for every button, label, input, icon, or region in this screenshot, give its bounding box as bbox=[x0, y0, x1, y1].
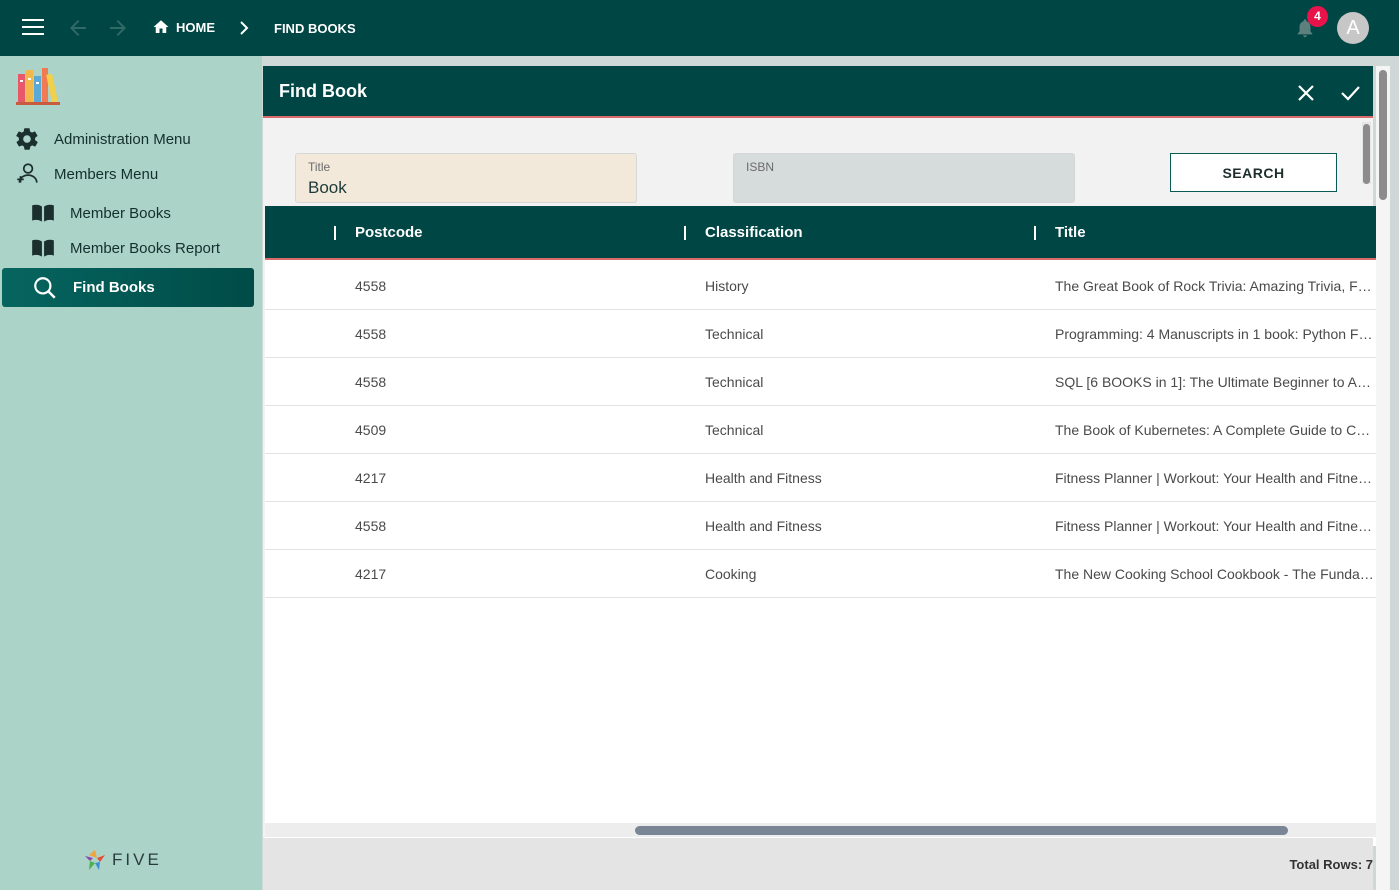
column-resize-handle[interactable] bbox=[334, 226, 336, 240]
forward-arrow-icon[interactable] bbox=[106, 16, 130, 40]
search-button[interactable]: SEARCH bbox=[1170, 153, 1337, 192]
table-row[interactable]: 4217 Cooking The New Cooking School Cook… bbox=[265, 550, 1388, 598]
sidebar-item-label: Members Menu bbox=[54, 165, 159, 183]
title-field-label: Title bbox=[308, 160, 331, 174]
cell-classification: Cooking bbox=[705, 566, 757, 582]
column-resize-handle[interactable] bbox=[1034, 226, 1036, 240]
cell-postcode: 4558 bbox=[355, 518, 387, 534]
top-app-bar: HOME FIND BOOKS 4 A bbox=[0, 0, 1399, 56]
form-scrollbar[interactable] bbox=[1362, 122, 1371, 184]
cell-classification: Technical bbox=[705, 326, 764, 342]
isbn-field[interactable]: ISBN bbox=[733, 153, 1075, 203]
sidebar-item-members-menu[interactable]: Members Menu bbox=[14, 161, 158, 187]
table-header: Postcode Classification Title bbox=[265, 206, 1388, 260]
cell-classification: History bbox=[705, 278, 749, 294]
cell-title: Fitness Planner | Workout: Your Health a… bbox=[1055, 518, 1372, 534]
chevron-right-icon bbox=[240, 21, 249, 35]
cell-classification: Technical bbox=[705, 374, 764, 390]
user-avatar[interactable]: A bbox=[1337, 12, 1369, 44]
table-row[interactable]: 4558 Technical SQL [6 BOOKS in 1]: The U… bbox=[265, 358, 1388, 406]
isbn-field-label: ISBN bbox=[746, 160, 775, 174]
sidebar-item-label: Administration Menu bbox=[54, 130, 191, 148]
column-header-title[interactable]: Title bbox=[1055, 224, 1086, 241]
panel-scrollbar-thumb[interactable] bbox=[1379, 70, 1387, 200]
panel-scrollbar[interactable] bbox=[1376, 66, 1390, 890]
gear-icon bbox=[16, 128, 38, 150]
cell-title: The New Cooking School Cookbook - The Fu… bbox=[1055, 566, 1374, 582]
title-field[interactable]: Title bbox=[295, 153, 637, 203]
cell-title: The Great Book of Rock Trivia: Amazing T… bbox=[1055, 278, 1372, 294]
cell-classification: Technical bbox=[705, 422, 764, 438]
sidebar: Administration Menu Members Menu Member … bbox=[0, 56, 262, 890]
books-logo-icon bbox=[16, 68, 60, 105]
cell-postcode: 4509 bbox=[355, 422, 387, 438]
table-row[interactable]: 4558 History The Great Book of Rock Triv… bbox=[265, 262, 1388, 310]
brand-name: FIVE bbox=[112, 850, 162, 869]
horizontal-scrollbar[interactable] bbox=[265, 823, 1388, 837]
table-row[interactable]: 4509 Technical The Book of Kubernetes: A… bbox=[265, 406, 1388, 454]
sidebar-item-label: Member Books bbox=[70, 204, 171, 222]
notification-badge: 4 bbox=[1307, 6, 1328, 27]
breadcrumb-home[interactable]: HOME bbox=[152, 18, 215, 36]
open-book-icon bbox=[32, 239, 54, 257]
open-book-icon bbox=[32, 204, 54, 222]
breadcrumb-home-label: HOME bbox=[176, 19, 215, 35]
table-row[interactable]: 4217 Health and Fitness Fitness Planner … bbox=[265, 454, 1388, 502]
cell-title: SQL [6 BOOKS in 1]: The Ultimate Beginne… bbox=[1055, 374, 1375, 390]
column-resize-handle[interactable] bbox=[684, 226, 686, 240]
cell-title: Fitness Planner | Workout: Your Health a… bbox=[1055, 470, 1372, 486]
sidebar-item-member-books[interactable]: Member Books bbox=[30, 200, 171, 226]
title-input[interactable] bbox=[308, 178, 608, 198]
table-row[interactable]: 4558 Technical Programming: 4 Manuscript… bbox=[265, 310, 1388, 358]
table-row[interactable]: 4558 Health and Fitness Fitness Planner … bbox=[265, 502, 1388, 550]
cell-postcode: 4558 bbox=[355, 326, 387, 342]
cell-postcode: 4558 bbox=[355, 278, 387, 294]
back-arrow-icon[interactable] bbox=[66, 16, 90, 40]
hamburger-menu-icon[interactable] bbox=[22, 18, 44, 36]
column-header-classification[interactable]: Classification bbox=[705, 224, 803, 241]
check-icon[interactable] bbox=[1339, 82, 1361, 104]
results-table: Postcode Classification Title 4558 Histo… bbox=[265, 206, 1388, 846]
table-footer: Total Rows: 7 bbox=[263, 838, 1373, 890]
five-brand-logo: FIVE bbox=[84, 848, 162, 872]
cell-classification: Health and Fitness bbox=[705, 470, 822, 486]
cell-postcode: 4558 bbox=[355, 374, 387, 390]
cell-classification: Health and Fitness bbox=[705, 518, 822, 534]
sidebar-item-member-books-report[interactable]: Member Books Report bbox=[30, 235, 220, 261]
total-rows-count: Total Rows: 7 bbox=[1289, 857, 1373, 872]
horizontal-scrollbar-thumb[interactable] bbox=[635, 826, 1288, 835]
cell-postcode: 4217 bbox=[355, 470, 387, 486]
home-icon bbox=[153, 20, 169, 33]
search-icon bbox=[34, 276, 56, 299]
cell-title: Programming: 4 Manuscripts in 1 book: Py… bbox=[1055, 326, 1373, 342]
cell-title: The Book of Kubernetes: A Complete Guide… bbox=[1055, 422, 1371, 438]
sidebar-item-administration-menu[interactable]: Administration Menu bbox=[14, 126, 191, 152]
breadcrumb-current: FIND BOOKS bbox=[274, 21, 356, 36]
sidebar-item-label: Member Books Report bbox=[70, 239, 221, 257]
isbn-input[interactable] bbox=[746, 178, 1046, 198]
page-title: Find Book bbox=[279, 81, 367, 101]
cell-postcode: 4217 bbox=[355, 566, 387, 582]
user-add-icon bbox=[17, 163, 38, 183]
close-icon[interactable] bbox=[1295, 82, 1317, 104]
column-header-postcode[interactable]: Postcode bbox=[355, 224, 423, 241]
sidebar-item-find-books[interactable]: Find Books bbox=[2, 268, 254, 307]
panel-header: Find Book bbox=[263, 66, 1373, 118]
sidebar-item-label: Find Books bbox=[73, 279, 155, 296]
five-star-icon bbox=[85, 850, 105, 870]
form-scrollbar-thumb[interactable] bbox=[1363, 124, 1370, 184]
